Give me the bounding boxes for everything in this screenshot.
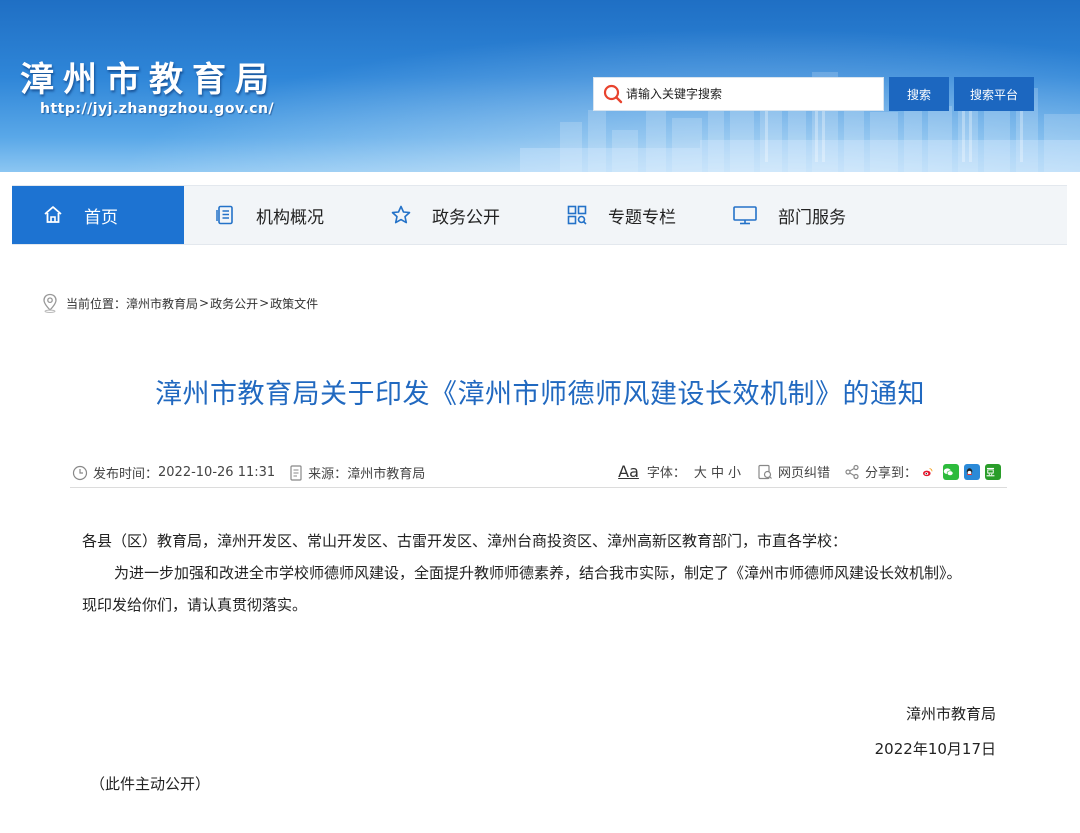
grid-search-icon xyxy=(567,205,587,225)
breadcrumb-link-gov-affairs[interactable]: 政务公开 xyxy=(210,295,258,312)
source-value: 漳州市教育局 xyxy=(347,467,426,482)
nav-item-special-topics[interactable]: 专题专栏 xyxy=(536,186,712,244)
share-label: 分享到： xyxy=(864,466,917,481)
share-icon xyxy=(845,464,859,479)
nav-label-government-affairs: 政务公开 xyxy=(432,207,500,228)
page-correction-label: 网页纠错 xyxy=(777,466,830,481)
breadcrumb-link-home[interactable]: 漳州市教育局 xyxy=(126,295,198,312)
nav-label-home: 首页 xyxy=(84,207,118,228)
share-controls: 分享到： xyxy=(844,462,1001,481)
search-icon[interactable] xyxy=(602,83,624,105)
font-size-large-button[interactable]: 大 xyxy=(694,462,707,481)
font-size-medium-button[interactable]: 中 xyxy=(711,462,724,481)
wechat-icon[interactable] xyxy=(943,463,959,480)
publish-time-label: 发布时间： xyxy=(93,467,159,482)
search-button[interactable]: 搜索 xyxy=(889,77,949,111)
nav-item-department-services[interactable]: 部门服务 xyxy=(712,186,888,244)
font-size-icon[interactable]: Aa xyxy=(618,462,639,481)
clock-icon xyxy=(72,465,88,480)
site-title: 漳州市教育局 xyxy=(20,60,278,100)
site-url: http://jyj.zhangzhou.gov.cn/ xyxy=(40,101,275,117)
nav-label-department-services: 部门服务 xyxy=(778,207,846,228)
report-error-icon xyxy=(758,464,772,479)
signature-date: 2022年10月17日 xyxy=(874,740,996,758)
signature-organization: 漳州市教育局 xyxy=(905,705,996,723)
page-correction-link[interactable]: 网页纠错 xyxy=(757,462,830,481)
search-box xyxy=(593,77,884,111)
search-platform-button[interactable]: 搜索平台 xyxy=(954,77,1034,111)
monitor-icon xyxy=(733,206,757,225)
nav-label-special-topics: 专题专栏 xyxy=(608,207,676,228)
weibo-icon[interactable] xyxy=(922,463,938,480)
article-body: 各县（区）教育局，漳州开发区、常山开发区、古雷开发区、漳州台商投资区、漳州高新区… xyxy=(82,525,982,621)
nav-item-government-affairs[interactable]: 政务公开 xyxy=(360,186,536,244)
breadcrumb-separator: > xyxy=(199,296,210,310)
nav-label-organization: 机构概况 xyxy=(256,207,324,228)
main-nav: 首页 机构概况 政务公开 专题专栏 部门服务 xyxy=(12,185,1067,245)
breadcrumb-link-policy-docs[interactable]: 政策文件 xyxy=(270,295,318,312)
douban-icon[interactable] xyxy=(985,463,1001,480)
breadcrumb-separator: > xyxy=(259,296,270,310)
article-title: 漳州市教育局关于印发《漳州市师德师风建设长效机制》的通知 xyxy=(155,379,925,410)
font-size-small-button[interactable]: 小 xyxy=(728,462,741,481)
document-icon xyxy=(290,464,302,481)
home-icon xyxy=(44,206,62,223)
publish-time-value: 2022-10-26 11:31 xyxy=(158,465,276,480)
nav-item-home[interactable]: 首页 xyxy=(12,186,184,244)
publish-time: 发布时间： 2022-10-26 11:31 xyxy=(72,463,275,482)
addressee-line: 各县（区）教育局，漳州开发区、常山开发区、古雷开发区、漳州台商投资区、漳州高新区… xyxy=(82,532,848,550)
source-label: 来源： xyxy=(308,467,348,482)
font-size-label: 字体： xyxy=(646,466,686,481)
article-source: 来源： 漳州市教育局 xyxy=(289,463,425,482)
font-size-controls: Aa 字体： 大 中 小 xyxy=(618,462,743,481)
body-paragraph: 为进一步加强和改进全市学校师德师风建设，全面提升教师师德素养，结合我市实际，制定… xyxy=(82,564,962,614)
search-input[interactable] xyxy=(624,79,878,109)
location-pin-icon xyxy=(43,293,57,313)
document-list-icon xyxy=(216,205,233,225)
article-meta-bar: 发布时间： 2022-10-26 11:31 来源： 漳州市教育局 Aa 字体：… xyxy=(70,458,1007,488)
nav-item-organization[interactable]: 机构概况 xyxy=(184,186,360,244)
breadcrumb-prefix: 当前位置： xyxy=(66,296,127,311)
star-icon xyxy=(391,205,411,224)
disclosure-note: （此件主动公开） xyxy=(90,775,211,793)
breadcrumb: 当前位置： 漳州市教育局 > 政务公开 > 政策文件 xyxy=(42,292,318,314)
header-banner: 漳州市教育局 http://jyj.zhangzhou.gov.cn/ 搜索 搜… xyxy=(0,0,1080,172)
qq-icon[interactable] xyxy=(964,463,980,480)
